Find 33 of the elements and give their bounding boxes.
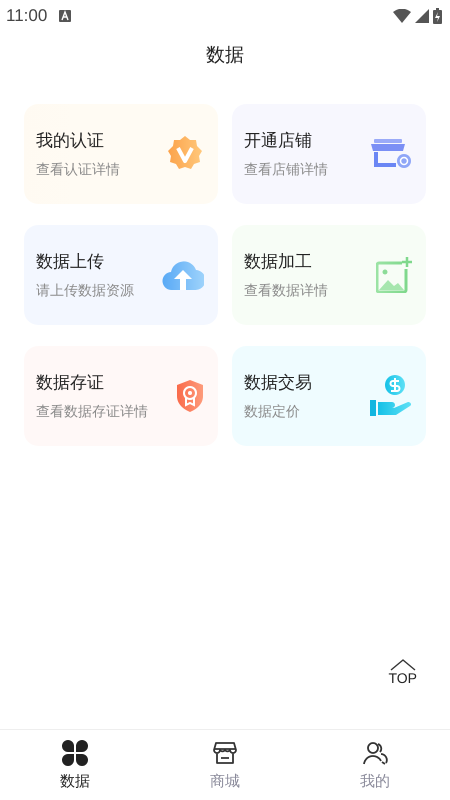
card-subtitle: 查看认证详情 <box>36 161 121 179</box>
card-title: 数据上传 <box>36 251 105 273</box>
battery-icon <box>433 8 442 24</box>
feature-card[interactable]: 开通店铺 查看店铺详情 <box>232 104 426 204</box>
grid-icon <box>62 740 88 766</box>
wifi-icon <box>393 9 411 23</box>
page-title: 数据 <box>206 43 244 68</box>
shield-award-icon <box>176 380 204 412</box>
back-to-top-button[interactable]: TOP <box>388 659 417 685</box>
hand-coin-icon <box>370 375 412 417</box>
card-title: 数据存证 <box>36 372 105 394</box>
card-subtitle: 查看数据存证详情 <box>36 403 149 421</box>
store-icon <box>370 139 412 169</box>
feature-card[interactable]: 数据上传 请上传数据资源 <box>24 225 218 325</box>
card-title: 开通店铺 <box>244 130 313 152</box>
image-add-icon <box>376 257 412 293</box>
card-title: 数据加工 <box>244 251 313 273</box>
store-icon <box>212 740 238 766</box>
signal-icon <box>415 9 429 23</box>
feature-card[interactable]: 我的认证 查看认证详情 <box>24 104 218 204</box>
feature-card[interactable]: 数据交易 数据定价 <box>232 346 426 446</box>
keyboard-notification-icon <box>59 10 72 22</box>
feature-card[interactable]: 数据加工 查看数据详情 <box>232 225 426 325</box>
card-subtitle: 请上传数据资源 <box>36 282 135 300</box>
users-icon <box>362 740 388 766</box>
card-subtitle: 查看数据详情 <box>244 282 329 300</box>
nav-tab[interactable]: 数据 <box>0 730 150 800</box>
card-title: 数据交易 <box>244 372 313 394</box>
card-subtitle: 数据定价 <box>244 403 301 421</box>
feature-card[interactable]: 数据存证 查看数据存证详情 <box>24 346 218 446</box>
status-time: 11:00 <box>6 6 48 26</box>
card-subtitle: 查看店铺详情 <box>244 161 329 179</box>
card-title: 我的认证 <box>36 130 105 152</box>
